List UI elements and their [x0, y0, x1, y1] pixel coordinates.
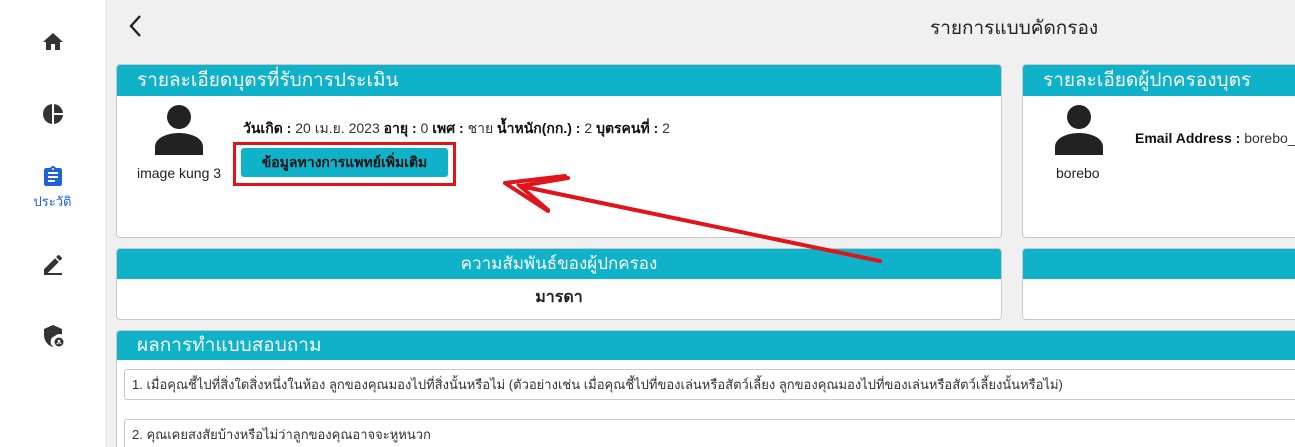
parent-avatar-icon: [1055, 105, 1103, 155]
shield-user-icon: [43, 325, 63, 347]
age-label: อายุ :: [383, 120, 417, 136]
age-value: 0: [420, 120, 429, 136]
sidebar-item-security[interactable]: [0, 324, 105, 348]
secondary-relationship-card: [1022, 248, 1295, 320]
weight-value: 2: [584, 120, 593, 136]
medical-info-button[interactable]: ข้อมูลทางการแพทย์เพิ่มเติม: [241, 148, 448, 177]
secondary-relationship-header: [1023, 249, 1295, 279]
back-button[interactable]: [124, 12, 148, 40]
sidebar-item-history[interactable]: ประวัติ: [0, 165, 105, 212]
question-item[interactable]: 2. คุณเคยสงสัยบ้างหรือไม่ว่าลูกของคุณอาจ…: [124, 419, 1295, 447]
pie-chart-icon: [42, 104, 63, 124]
sidebar-item-label: ประวัติ: [33, 194, 72, 209]
chevron-left-icon: [129, 15, 141, 37]
sidebar-item-dashboard[interactable]: [0, 102, 105, 126]
page-title: รายการแบบคัดกรอง: [930, 18, 1099, 39]
sex-value: ชาย: [467, 120, 494, 136]
birthdate-label: วันเกิด :: [243, 120, 292, 136]
parent-details-header: รายละเอียดผู้ปกครองบุตร: [1023, 65, 1295, 96]
weight-label: น้ำหนัก(กก.) :: [497, 120, 581, 136]
sidebar-item-home[interactable]: [0, 30, 105, 54]
child-avatar-icon: [155, 105, 203, 155]
birthdate-value: 20 เม.ย. 2023: [295, 120, 380, 136]
parent-name: borebo: [1056, 165, 1100, 181]
email-value: borebo_1: [1244, 130, 1295, 146]
child-name: image kung 3: [137, 165, 222, 181]
email-label: Email Address :: [1135, 130, 1241, 146]
child-details-header: รายละเอียดบุตรที่รับการประเมิน: [117, 65, 1001, 96]
sidebar: ประวัติ: [0, 0, 105, 447]
child-info-line: วันเกิด : 20 เม.ย. 2023 อายุ : 0 เพศ : ช…: [243, 118, 670, 140]
parent-email-line: Email Address : borebo_1: [1135, 130, 1295, 146]
relationship-card: ความสัมพันธ์ของผู้ปกครอง มารดา: [116, 248, 1002, 320]
child-order-value: 2: [662, 120, 670, 136]
relationship-header: ความสัมพันธ์ของผู้ปกครอง: [117, 249, 1001, 279]
sex-label: เพศ :: [432, 120, 464, 136]
clipboard-icon: [43, 166, 62, 186]
questionnaire-results-header: ผลการทำแบบสอบถาม: [117, 331, 1295, 360]
relationship-value: มารดา: [535, 289, 583, 306]
child-order-label: บุตรคนที่ :: [596, 120, 659, 136]
edit-icon: [43, 254, 62, 275]
home-icon: [42, 33, 63, 50]
question-item[interactable]: 1. เมื่อคุณชี้ไปที่สิ่งใดสิ่งหนึ่งในห้อง…: [124, 369, 1295, 400]
sidebar-item-edit[interactable]: [0, 252, 105, 276]
